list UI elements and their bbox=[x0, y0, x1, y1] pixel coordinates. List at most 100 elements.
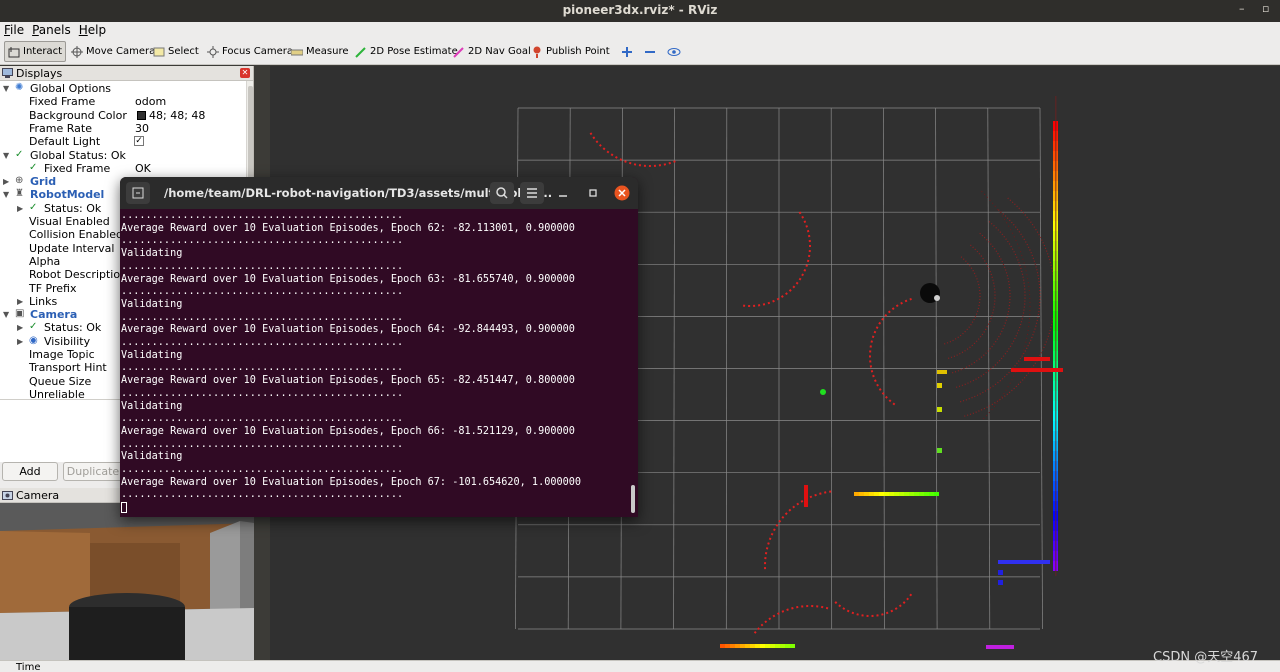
pointcloud-segment bbox=[859, 492, 864, 496]
pointcloud-point bbox=[937, 383, 942, 388]
tree-row-fixed-frame-status[interactable]: ✓ Fixed Frame OK bbox=[0, 162, 246, 175]
terminal-line: Average Reward over 10 Evaluation Episod… bbox=[121, 425, 575, 437]
terminal-line: ........................................… bbox=[121, 260, 404, 272]
laser-scan-arc bbox=[869, 297, 912, 406]
nav-goal-button[interactable]: 2D Nav Goal bbox=[450, 41, 534, 62]
color-swatch[interactable] bbox=[137, 110, 146, 120]
tree-row-global-options[interactable]: ▼ ✺ Global Options bbox=[0, 82, 246, 95]
terminal-line: ........................................… bbox=[121, 489, 404, 501]
obstacle-marker bbox=[1011, 368, 1063, 372]
eye-icon bbox=[667, 47, 681, 56]
terminal-line: Validating bbox=[121, 349, 183, 361]
terminal-line: ........................................… bbox=[121, 286, 404, 298]
pointcloud-segment bbox=[934, 492, 939, 496]
terminal-output[interactable]: ........................................… bbox=[121, 210, 631, 515]
close-icon[interactable] bbox=[614, 185, 630, 201]
pose-estimate-label: 2D Pose Estimate bbox=[370, 46, 458, 57]
menu-panels[interactable]: Panels bbox=[28, 22, 75, 37]
pointcloud-segment bbox=[755, 644, 760, 648]
pointcloud-segment bbox=[919, 492, 924, 496]
publish-point-label: Publish Point bbox=[546, 46, 610, 57]
measure-button[interactable]: Measure bbox=[288, 41, 352, 62]
menu-button[interactable] bbox=[520, 182, 544, 204]
laser-scan-arc bbox=[955, 221, 1026, 389]
pose-estimate-button[interactable]: 2D Pose Estimate bbox=[352, 41, 461, 62]
terminal-line: Validating bbox=[121, 248, 183, 260]
view-options-button[interactable] bbox=[664, 41, 684, 62]
hamburger-icon bbox=[527, 188, 537, 198]
duplicate-button[interactable]: Duplicate bbox=[63, 462, 123, 481]
pointcloud-segment bbox=[874, 492, 879, 496]
pointcloud-segment bbox=[879, 492, 884, 496]
terminal-prompt[interactable] bbox=[121, 502, 631, 515]
new-tab-button[interactable] bbox=[126, 182, 150, 204]
tree-row-background-color[interactable]: Background Color 48; 48; 48 bbox=[0, 109, 246, 122]
pointcloud-point bbox=[937, 407, 942, 412]
pointcloud-segment bbox=[904, 492, 909, 496]
text-cursor bbox=[121, 502, 127, 514]
minimize-icon[interactable]: – bbox=[1239, 2, 1245, 15]
camera-image bbox=[0, 503, 254, 660]
gear-icon: ✺ bbox=[15, 82, 24, 93]
pointcloud-segment bbox=[884, 492, 889, 496]
tree-row-global-status[interactable]: ▼ ✓ Global Status: Ok bbox=[0, 149, 246, 162]
terminal-line: Average Reward over 10 Evaluation Episod… bbox=[121, 476, 582, 488]
check-icon: ✓ bbox=[29, 321, 38, 333]
terminal-line: ........................................… bbox=[121, 413, 404, 425]
terminal-window[interactable]: /home/team/DRL-robot-navigation/TD3/asse… bbox=[120, 177, 638, 517]
pointcloud-segment bbox=[760, 644, 765, 648]
laser-scan-arc bbox=[951, 232, 1011, 374]
time-panel: Time bbox=[0, 660, 1280, 672]
search-button[interactable] bbox=[490, 182, 514, 204]
check-icon: ✓ bbox=[29, 201, 38, 213]
pointcloud-segment bbox=[740, 644, 745, 648]
add-button[interactable]: Add bbox=[2, 462, 58, 481]
select-button[interactable]: Select bbox=[150, 41, 202, 62]
grid-line bbox=[830, 107, 833, 630]
camera-title: Camera bbox=[16, 489, 60, 502]
tree-row-default-light[interactable]: Default Light ✓ bbox=[0, 135, 246, 148]
robot-icon: ♜ bbox=[15, 188, 24, 200]
restore-icon[interactable]: ▫ bbox=[1262, 2, 1269, 15]
remove-tool-button[interactable] bbox=[641, 41, 659, 62]
minimize-icon[interactable] bbox=[556, 186, 570, 200]
pointcloud-point bbox=[937, 448, 942, 453]
check-icon: ✓ bbox=[29, 161, 38, 173]
menu-help[interactable]: Help bbox=[75, 22, 110, 37]
pointcloud-point bbox=[937, 370, 947, 374]
terminal-line: Average Reward over 10 Evaluation Episod… bbox=[121, 375, 575, 387]
terminal-header: /home/team/DRL-robot-navigation/TD3/asse… bbox=[120, 177, 638, 209]
publish-point-button[interactable]: Publish Point bbox=[528, 41, 613, 62]
terminal-line: ........................................… bbox=[121, 438, 404, 450]
add-tool-button[interactable] bbox=[618, 41, 636, 62]
pink-arrow-icon bbox=[453, 46, 464, 58]
check-icon: ✓ bbox=[15, 148, 24, 160]
camera-icon bbox=[2, 491, 13, 500]
terminal-scrollbar[interactable] bbox=[631, 485, 635, 513]
pointcloud-point bbox=[998, 580, 1003, 585]
goal-marker bbox=[820, 389, 826, 395]
move-camera-label: Move Camera bbox=[86, 46, 156, 57]
pointcloud-segment bbox=[869, 492, 874, 496]
displays-header: Displays ✕ bbox=[0, 66, 253, 81]
tree-row-frame-rate[interactable]: Frame Rate 30 bbox=[0, 122, 246, 135]
new-tab-icon bbox=[132, 187, 144, 199]
menu-bar: File Panels Help bbox=[0, 22, 1280, 38]
grid-line bbox=[883, 107, 885, 630]
close-icon[interactable]: ✕ bbox=[240, 68, 250, 78]
move-camera-button[interactable]: Move Camera bbox=[68, 41, 158, 62]
window-title: pioneer3dx.rviz* - RViz bbox=[562, 3, 718, 17]
monitor-icon bbox=[2, 68, 13, 78]
terminal-line: ........................................… bbox=[121, 235, 404, 247]
default-light-checkbox[interactable]: ✓ bbox=[134, 136, 144, 147]
window-titlebar: pioneer3dx.rviz* - RViz – ▫ bbox=[0, 0, 1280, 22]
toolbar: Interact Move Camera Select Focus Camera… bbox=[0, 38, 1280, 65]
tree-row-fixed-frame[interactable]: Fixed Frame odom bbox=[0, 95, 246, 108]
menu-file[interactable]: File bbox=[0, 22, 28, 37]
maximize-icon[interactable] bbox=[586, 186, 600, 200]
pointcloud-segment bbox=[780, 644, 785, 648]
focus-camera-button[interactable]: Focus Camera bbox=[204, 41, 296, 62]
interact-button[interactable]: Interact bbox=[4, 41, 66, 62]
interact-icon bbox=[8, 46, 20, 57]
terminal-line: Average Reward over 10 Evaluation Episod… bbox=[121, 324, 575, 336]
